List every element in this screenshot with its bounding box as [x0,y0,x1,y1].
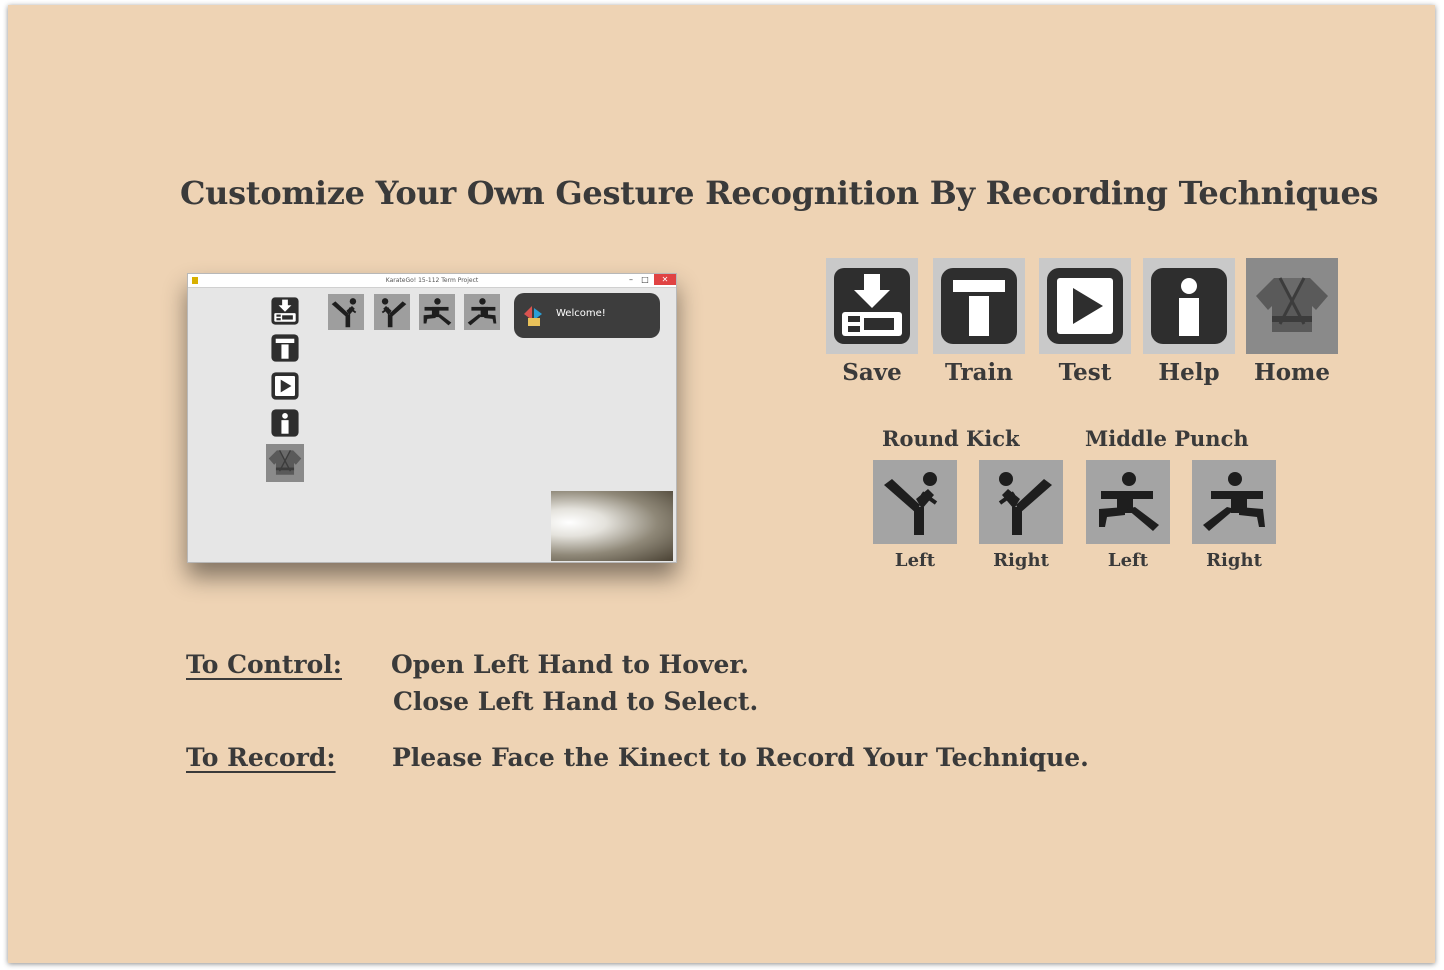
home-icon [1246,258,1338,354]
help-icon [270,408,300,438]
app-icon [192,277,198,284]
middle-punch-title: Middle Punch [1085,426,1249,451]
round-kick-left-icon [328,294,364,330]
save-label: Save [842,359,902,386]
record-label: To Record: [186,743,336,772]
save-icon [270,296,300,326]
round-kick-left-icon [873,460,957,544]
control-label: To Control: [186,650,342,679]
help-button[interactable]: Help [1143,258,1235,386]
help-label: Help [1158,359,1220,386]
middle-punch-left-icon [419,294,455,330]
train-icon [933,258,1025,354]
round-kick-right-button[interactable]: Right [979,460,1063,571]
test-icon [270,371,300,401]
control-line-hover: Open Left Hand to Hover. [391,650,749,679]
test-label: Test [1058,359,1112,386]
control-line-select: Close Left Hand to Select. [393,687,759,716]
close-icon: ✕ [654,274,676,285]
middle-punch-right-icon [464,294,500,330]
camera-preview [551,491,673,561]
middle-punch-left-button[interactable]: Left [1086,460,1170,571]
middle-punch-left-icon [1086,460,1170,544]
record-line: Please Face the Kinect to Record Your Te… [392,743,1089,772]
round-kick-left-label: Left [894,550,936,571]
home-button[interactable]: Home [1246,258,1338,386]
save-button[interactable]: Save [826,258,918,386]
middle-punch-right-label: Right [1206,550,1262,571]
round-kick-right-icon [374,294,410,330]
round-kick-title: Round Kick [882,426,1020,451]
home-icon [266,444,304,482]
page-title: Customize Your Own Gesture Recognition B… [180,174,1379,212]
train-button[interactable]: Train [933,258,1025,386]
middle-punch-right-button[interactable]: Right [1192,460,1276,571]
minimize-icon: – [629,275,633,284]
middle-punch-right-icon [1192,460,1276,544]
window-titlebar: KarateGo! 15-112 Term Project – □ ✕ [188,274,676,288]
round-kick-right-icon [979,460,1063,544]
welcome-text: Welcome! [556,308,606,319]
round-kick-left-button[interactable]: Left [873,460,957,571]
app-screenshot: KarateGo! 15-112 Term Project – □ ✕ Welc… [187,273,677,563]
train-icon [270,333,300,363]
test-icon [1039,258,1131,354]
help-icon [1143,258,1235,354]
train-label: Train [945,359,1013,386]
middle-punch-left-label: Left [1107,550,1149,571]
save-icon [826,258,918,354]
test-button[interactable]: Test [1039,258,1131,386]
maximize-icon: □ [641,275,649,284]
karate-logo-icon [524,306,542,326]
welcome-toast: Welcome! [514,293,660,338]
home-label: Home [1253,359,1331,386]
round-kick-right-label: Right [993,550,1049,571]
window-title: KarateGo! 15-112 Term Project [385,277,479,284]
